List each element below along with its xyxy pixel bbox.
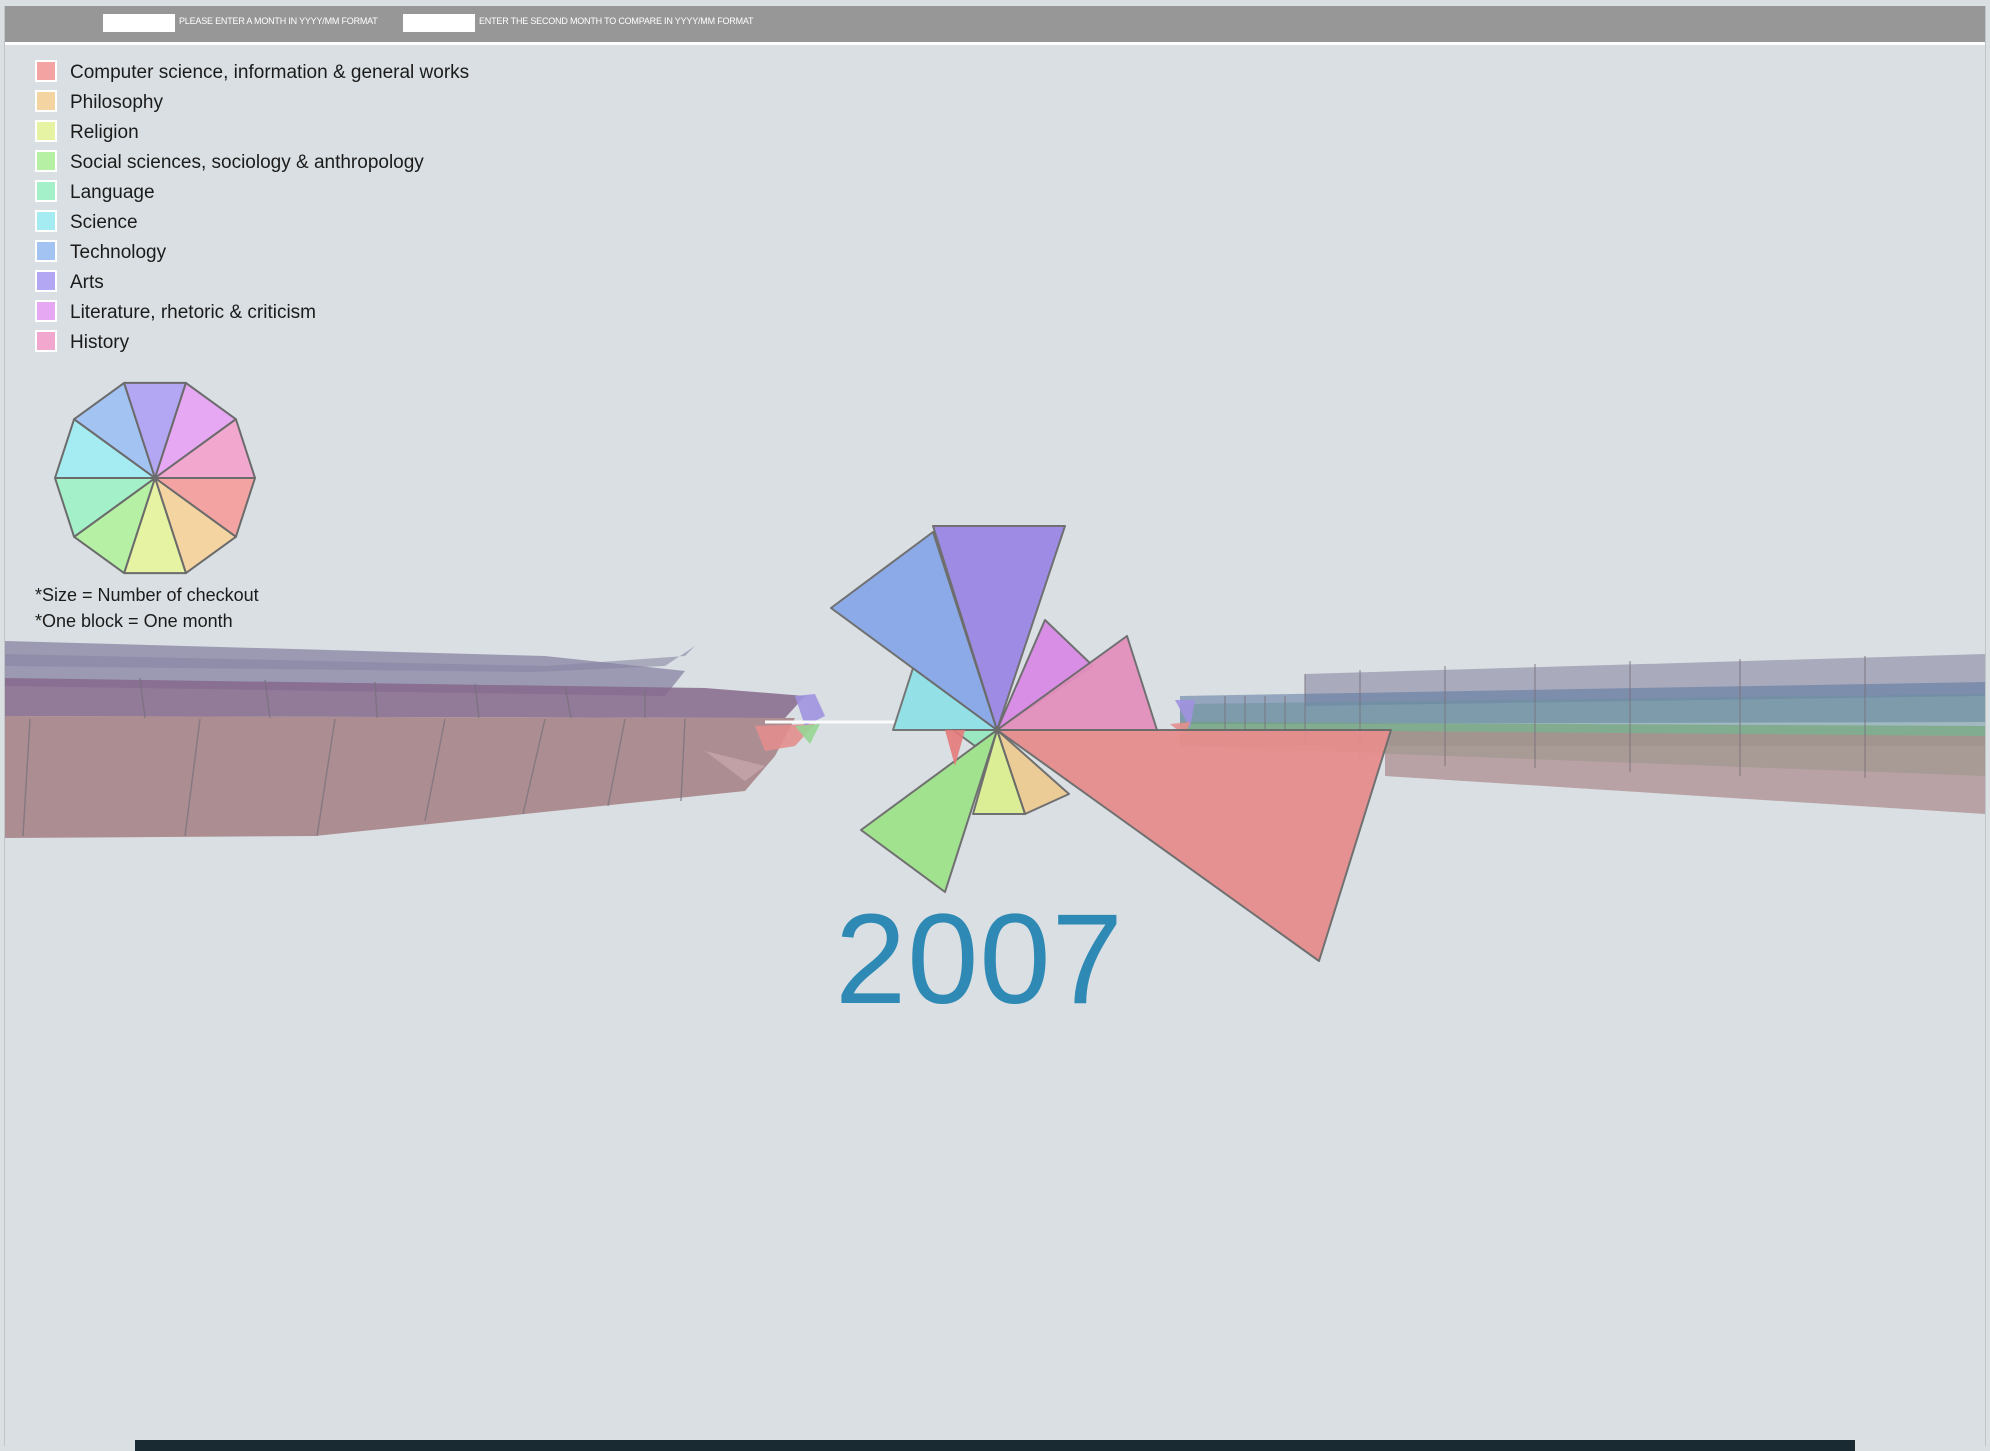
- bottom-window-edge: [135, 1440, 1855, 1451]
- legend-swatch: [35, 240, 57, 262]
- month-input-label: PLEASE ENTER A MONTH IN YYYY/MM FORMAT: [179, 16, 378, 26]
- legend-swatch: [35, 120, 57, 142]
- month-input[interactable]: [103, 14, 175, 32]
- legend-swatch: [35, 60, 57, 82]
- visualization-window: PLEASE ENTER A MONTH IN YYYY/MM FORMAT E…: [4, 6, 1986, 1446]
- legend-label: Science: [70, 212, 138, 233]
- toolbar: PLEASE ENTER A MONTH IN YYYY/MM FORMAT E…: [5, 6, 1985, 45]
- legend-label: Computer science, information & general …: [70, 62, 470, 83]
- legend-swatch: [35, 180, 57, 202]
- legend-swatch: [35, 150, 57, 172]
- legend-item-language: Language: [35, 176, 555, 206]
- legend-label: Language: [70, 182, 155, 203]
- legend-item-arts: Arts: [35, 266, 555, 296]
- legend-item-science: Science: [35, 206, 555, 236]
- legend-label: History: [70, 332, 130, 353]
- legend-label: Social sciences, sociology & anthropolog…: [70, 152, 424, 173]
- legend-label: Arts: [70, 272, 104, 293]
- legend-label: Religion: [70, 122, 139, 143]
- legend-swatch: [35, 270, 57, 292]
- legend-item-literature: Literature, rhetoric & criticism: [35, 296, 555, 326]
- legend-item-social-sciences: Social sciences, sociology & anthropolog…: [35, 146, 555, 176]
- size-note: *Size = Number of checkout: [35, 585, 259, 605]
- legend-swatch: [35, 210, 57, 232]
- compare-month-input[interactable]: [403, 14, 475, 32]
- legend-label: Philosophy: [70, 92, 163, 113]
- legend-swatch: [35, 90, 57, 112]
- legend-label: Technology: [70, 242, 167, 263]
- legend-item-religion: Religion: [35, 116, 555, 146]
- legend-label: Literature, rhetoric & criticism: [70, 302, 317, 323]
- year-label: 2007: [835, 888, 1124, 1031]
- left-timeline-ribbon: [5, 628, 895, 838]
- compare-month-input-label: ENTER THE SECOND MONTH TO COMPARE IN YYY…: [479, 16, 754, 26]
- legend-item-history: History: [35, 326, 555, 356]
- legend-item-computer-science: Computer science, information & general …: [35, 56, 555, 86]
- legend-swatch: [35, 300, 57, 322]
- legend-item-technology: Technology: [35, 236, 555, 266]
- legend-swatch: [35, 330, 57, 352]
- category-color-wheel: [54, 381, 256, 575]
- block-note: *One block = One month: [35, 611, 233, 631]
- legend-item-philosophy: Philosophy: [35, 86, 555, 116]
